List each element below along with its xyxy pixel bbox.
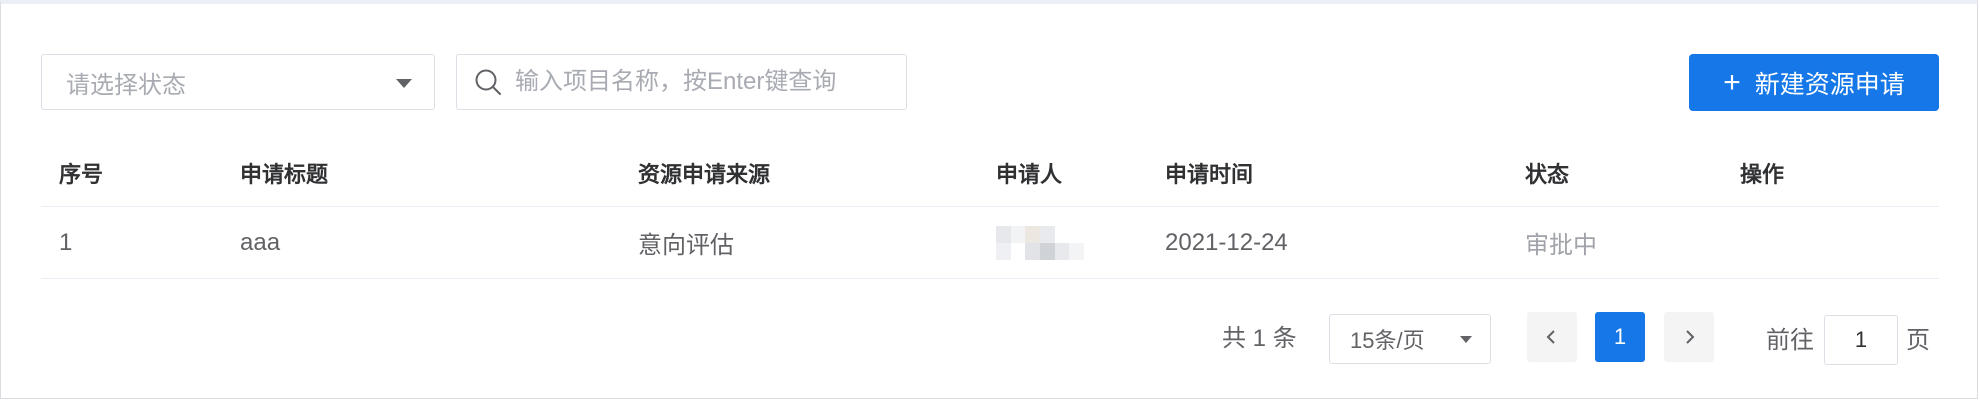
chevron-right-icon [1686, 330, 1695, 344]
next-page-button[interactable] [1664, 312, 1714, 362]
goto-page-input[interactable] [1824, 315, 1898, 365]
caret-down-icon [396, 79, 412, 88]
row-status: 审批中 [1525, 232, 1597, 259]
column-header-applicant: 申请人 [996, 162, 1063, 187]
status-select-placeholder: 请选择状态 [66, 71, 186, 99]
page-size-value: 15条/页 [1350, 328, 1425, 353]
project-search[interactable] [456, 54, 907, 110]
row-applicant [996, 207, 1084, 278]
page-size-select[interactable]: 15条/页 [1329, 314, 1491, 364]
new-resource-request-button[interactable]: + 新建资源申请 [1689, 54, 1939, 111]
column-header-date: 申请时间 [1165, 162, 1254, 187]
redacted-applicant-name [996, 225, 1084, 260]
prev-page-button[interactable] [1527, 312, 1577, 362]
status-select[interactable]: 请选择状态 [41, 54, 435, 110]
table-header: 序号 申请标题 资源申请来源 申请人 申请时间 状态 操作 [41, 140, 1939, 207]
caret-down-icon [1460, 336, 1472, 343]
goto-label: 前往 [1766, 327, 1814, 354]
pagination-total: 共 1 条 [1222, 325, 1297, 352]
column-header-index: 序号 [59, 162, 104, 187]
column-header-status: 状态 [1525, 162, 1570, 187]
search-icon [475, 69, 501, 95]
page-number-current[interactable]: 1 [1595, 312, 1645, 362]
search-input[interactable] [513, 67, 897, 97]
table-row: 1 aaa 意向评估 2021-12-24 审批中 [41, 207, 1939, 279]
row-source: 意向评估 [638, 232, 734, 259]
new-resource-request-label: 新建资源申请 [1754, 70, 1905, 99]
row-index: 1 [59, 228, 73, 256]
column-header-actions: 操作 [1740, 162, 1785, 187]
plus-icon: + [1723, 65, 1741, 99]
chevron-left-icon [1546, 330, 1555, 344]
column-header-title: 申请标题 [240, 162, 329, 187]
row-date: 2021-12-24 [1165, 228, 1288, 256]
row-title: aaa [240, 228, 281, 256]
goto-unit: 页 [1906, 327, 1930, 354]
column-header-source: 资源申请来源 [638, 162, 771, 187]
